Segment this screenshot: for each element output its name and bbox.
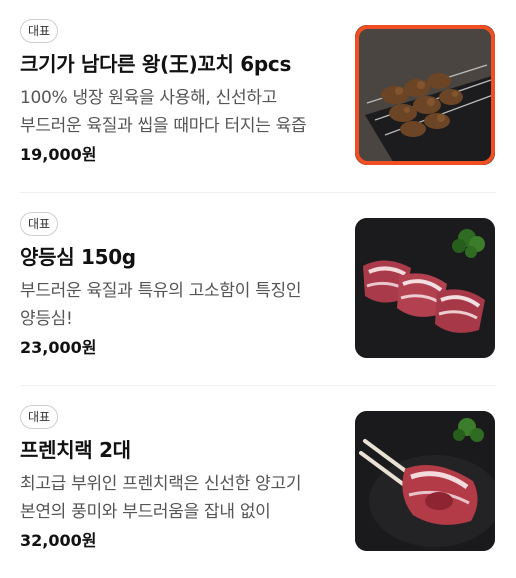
menu-item-image[interactable] <box>355 218 495 358</box>
menu-item-name: 프렌치랙 2대 <box>20 438 131 462</box>
menu-item-price: 32,000원 <box>20 531 97 550</box>
menu-item-name: 양등심 150g <box>20 245 136 269</box>
menu-item-image[interactable] <box>355 25 495 165</box>
menu-item[interactable]: 대표 프렌치랙 2대 최고급 부위인 프렌치랙은 신선한 양고기 본연의 풍미와… <box>0 386 516 578</box>
menu-item-description: 최고급 부위인 프렌치랙은 신선한 양고기 본연의 풍미와 부드러움을 잡내 없… <box>20 474 302 522</box>
menu-item-price: 23,000원 <box>20 338 97 357</box>
menu-item-description: 100% 냉장 원육을 사용해, 신선하고 부드러운 육질과 씹을 때마다 터지… <box>20 88 307 136</box>
signature-badge: 대표 <box>20 212 59 236</box>
signature-badge: 대표 <box>20 405 59 429</box>
signature-badge: 대표 <box>20 19 59 43</box>
menu-item-image[interactable] <box>355 411 495 551</box>
skewer-photo-icon <box>355 25 495 165</box>
menu-item-name: 크기가 남다른 왕(王)꼬치 6pcs <box>20 52 292 76</box>
menu-item[interactable]: 대표 양등심 150g 부드러운 육질과 특유의 고소함이 특징인 양등심! 2… <box>0 193 516 386</box>
menu-list: 대표 크기가 남다른 왕(王)꼬치 6pcs 100% 냉장 원육을 사용해, … <box>0 0 516 578</box>
menu-item-price: 19,000원 <box>20 145 97 164</box>
menu-item[interactable]: 대표 크기가 남다른 왕(王)꼬치 6pcs 100% 냉장 원육을 사용해, … <box>0 0 516 193</box>
lamb-loin-photo-icon <box>355 218 495 358</box>
french-rack-photo-icon <box>355 411 495 551</box>
menu-item-description: 부드러운 육질과 특유의 고소함이 특징인 양등심! <box>20 281 302 329</box>
